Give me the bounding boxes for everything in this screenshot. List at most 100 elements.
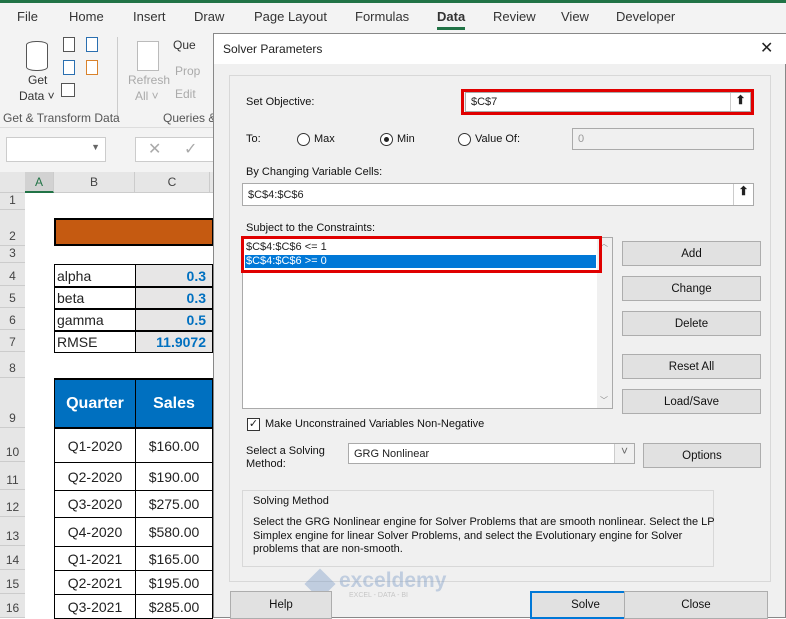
row-header[interactable]: 4	[0, 263, 25, 286]
add-button[interactable]: Add	[622, 241, 761, 266]
existing-connections-icon[interactable]	[86, 60, 98, 75]
objective-input[interactable]: $C$7 ⬆	[465, 92, 751, 112]
load-save-button[interactable]: Load/Save	[622, 389, 761, 414]
table-cell[interactable]: Q4-2020	[54, 517, 136, 547]
table-cell[interactable]: $160.00	[135, 428, 213, 463]
range-select-icon[interactable]: ⬆	[733, 184, 753, 205]
row-header[interactable]: 15	[0, 570, 25, 594]
table-cell[interactable]: $580.00	[135, 517, 213, 547]
tab-file[interactable]: File	[17, 9, 38, 24]
change-button[interactable]: Change	[622, 276, 761, 301]
param-value-cell[interactable]: 0.3	[135, 264, 213, 287]
row-header[interactable]: 10	[0, 428, 25, 462]
value-of-radio[interactable]	[458, 133, 471, 146]
param-value-cell[interactable]: 0.5	[135, 309, 213, 331]
database-icon	[26, 41, 48, 71]
title-banner	[54, 218, 214, 246]
tab-insert[interactable]: Insert	[133, 9, 166, 24]
chevron-down-icon[interactable]: ˅	[614, 444, 634, 463]
from-table-icon[interactable]	[61, 83, 75, 97]
changing-cells-input[interactable]: $C$4:$C$6 ⬆	[242, 183, 754, 206]
enter-icon[interactable]: ✓	[184, 139, 197, 159]
tab-formulas[interactable]: Formulas	[355, 9, 409, 24]
ribbon-tabs: File Home Insert Draw Page Layout Formul…	[0, 3, 786, 33]
close-button[interactable]: Close	[624, 591, 768, 619]
get-data-button[interactable]: Get	[28, 73, 47, 87]
row-header[interactable]: 14	[0, 546, 25, 570]
table-cell[interactable]: Q1-2021	[54, 546, 136, 571]
refresh-all-dropdown[interactable]: All ˅	[135, 89, 159, 103]
get-data-dropdown[interactable]: Data ˅	[19, 89, 55, 103]
properties-button[interactable]: Prop	[175, 64, 200, 78]
table-cell[interactable]: Q3-2020	[54, 490, 136, 518]
tab-view[interactable]: View	[561, 9, 589, 24]
row-header[interactable]: 7	[0, 330, 25, 352]
param-name-cell[interactable]: gamma	[54, 309, 136, 331]
table-cell[interactable]: $165.00	[135, 546, 213, 571]
tab-review[interactable]: Review	[493, 9, 536, 24]
param-name-cell[interactable]: beta	[54, 287, 136, 309]
reset-all-button[interactable]: Reset All	[622, 354, 761, 379]
refresh-all-button[interactable]: Refresh	[128, 73, 170, 87]
column-header-b[interactable]: B	[54, 172, 135, 193]
row-header[interactable]: 8	[0, 352, 25, 378]
table-header[interactable]: Sales	[135, 378, 213, 428]
help-button[interactable]: Help	[230, 591, 332, 619]
table-cell[interactable]: Q2-2021	[54, 570, 136, 595]
table-cell[interactable]: Q1-2020	[54, 428, 136, 463]
solving-method-select[interactable]: GRG Nonlinear ˅	[348, 443, 635, 464]
row-header[interactable]: 9	[0, 378, 25, 428]
table-cell[interactable]: $285.00	[135, 594, 213, 619]
param-value-cell[interactable]: 11.9072	[135, 331, 213, 353]
max-radio[interactable]	[297, 133, 310, 146]
close-icon[interactable]: ✕	[760, 38, 773, 58]
method-label: Select a Solving	[246, 445, 325, 457]
value-of-input[interactable]: 0	[572, 128, 754, 150]
param-name-cell[interactable]: alpha	[54, 264, 136, 287]
row-header[interactable]: 5	[0, 286, 25, 308]
column-header-c[interactable]: C	[135, 172, 210, 193]
name-box[interactable]: ▼	[6, 137, 106, 162]
group-label-queries: Queries &	[163, 111, 217, 125]
cancel-icon[interactable]: ✕	[148, 139, 161, 159]
row-header[interactable]: 11	[0, 462, 25, 490]
queries-connections-button[interactable]: Que	[173, 38, 196, 52]
table-cell[interactable]: Q2-2020	[54, 462, 136, 491]
tab-home[interactable]: Home	[69, 9, 104, 24]
row-header[interactable]: 2	[0, 210, 25, 246]
min-radio[interactable]	[380, 133, 393, 146]
row-header[interactable]: 12	[0, 490, 25, 517]
table-cell[interactable]: $195.00	[135, 570, 213, 595]
row-header[interactable]: 13	[0, 517, 25, 546]
row-header[interactable]: 1	[0, 193, 25, 210]
row-header[interactable]: 16	[0, 594, 25, 618]
nonnegative-checkbox[interactable]: ✓	[247, 418, 260, 431]
from-web-icon[interactable]	[63, 60, 75, 75]
table-cell[interactable]: Q3-2021	[54, 594, 136, 619]
objective-value: $C$7	[471, 96, 498, 108]
recent-sources-icon[interactable]	[86, 37, 98, 52]
set-objective-label: Set Objective:	[246, 96, 315, 108]
options-button[interactable]: Options	[643, 443, 761, 468]
tab-developer[interactable]: Developer	[616, 9, 675, 24]
dialog-titlebar: Solver Parameters ✕	[214, 34, 786, 64]
table-header[interactable]: Quarter	[54, 378, 136, 428]
table-cell[interactable]: $275.00	[135, 490, 213, 518]
formula-controls: ✕ ✓	[135, 137, 215, 162]
row-header[interactable]: 3	[0, 246, 25, 263]
param-name-cell[interactable]: RMSE	[54, 331, 136, 353]
param-value-cell[interactable]: 0.3	[135, 287, 213, 309]
table-cell[interactable]: $190.00	[135, 462, 213, 491]
row-header[interactable]: 6	[0, 308, 25, 330]
edit-links-button[interactable]: Edit	[175, 87, 196, 101]
value-of-label: Value Of:	[475, 133, 521, 145]
column-header-a[interactable]: A	[25, 172, 54, 193]
text-csv-icon[interactable]	[63, 37, 75, 52]
tab-data[interactable]: Data	[437, 9, 466, 30]
changing-cells-value: $C$4:$C$6	[248, 188, 304, 201]
min-label: Min	[397, 133, 415, 145]
range-select-icon[interactable]: ⬆	[730, 93, 750, 111]
tab-draw[interactable]: Draw	[194, 9, 224, 24]
delete-button[interactable]: Delete	[622, 311, 761, 336]
tab-page-layout[interactable]: Page Layout	[254, 9, 327, 24]
